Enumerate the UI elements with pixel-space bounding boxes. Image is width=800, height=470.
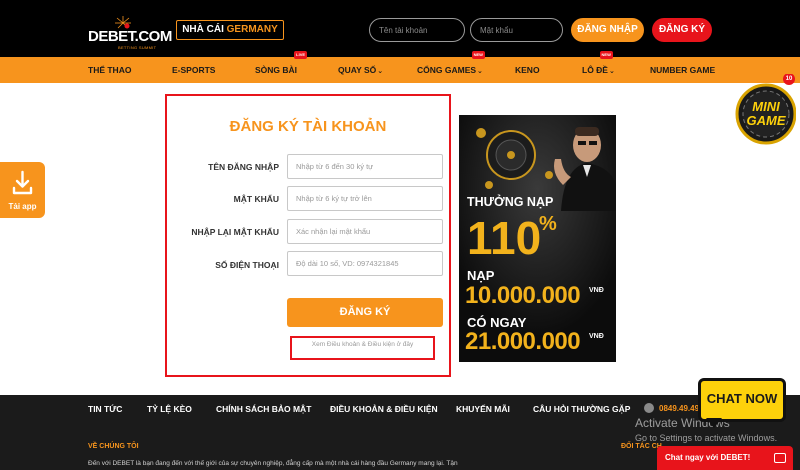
footer-link-odds[interactable]: TỶ LỆ KÈO bbox=[147, 404, 192, 414]
main-nav: THỂ THAO E-SPORTS SÒNG BÀI LIVE QUAY SỐ⌄… bbox=[0, 51, 800, 83]
nav-label: THỂ THAO bbox=[88, 65, 132, 75]
chat-icon bbox=[774, 453, 786, 463]
download-icon bbox=[12, 170, 33, 195]
register-confirm-password-input[interactable] bbox=[287, 219, 443, 244]
promo-currency1: VNĐ bbox=[589, 287, 604, 294]
nav-sports[interactable]: THỂ THAO bbox=[88, 57, 131, 83]
chat-bubble-tail bbox=[706, 418, 722, 428]
chat-now-bubble[interactable]: CHAT NOW bbox=[698, 378, 786, 422]
footer-link-promotions[interactable]: KHUYẾN MÃI bbox=[456, 404, 510, 414]
promo-currency2: VNĐ bbox=[589, 333, 604, 340]
footer-partner-title: ĐỐI TÁC CH bbox=[621, 443, 662, 450]
chevron-down-icon: ⌄ bbox=[477, 68, 483, 75]
footer-link-news[interactable]: TIN TỨC bbox=[88, 404, 122, 414]
promo-amount2: 21.000.000 bbox=[465, 328, 581, 355]
nav-label: NUMBER GAME bbox=[650, 65, 716, 75]
register-form: ĐĂNG KÝ TÀI KHOẢN TÊN ĐĂNG NHẬP MẬT KHẨU… bbox=[165, 94, 451, 377]
register-password-input[interactable] bbox=[287, 186, 443, 211]
nav-label: KENO bbox=[515, 65, 540, 75]
top-bar: DEBET.COM BETTING SUMMIT NHÀ CÁI GERMANY… bbox=[0, 0, 800, 57]
germany-badge: NHÀ CÁI GERMANY bbox=[176, 20, 284, 40]
password-label: MẬT KHẨU bbox=[233, 194, 279, 204]
register-button-top[interactable]: ĐĂNG KÝ bbox=[652, 18, 712, 42]
promo-line1: THƯỞNG NẠP bbox=[467, 195, 554, 209]
nav-keno[interactable]: KENO bbox=[515, 57, 540, 83]
minigame-widget[interactable]: 10 MINI GAME bbox=[734, 73, 797, 154]
nav-label: QUAY SỐ bbox=[338, 65, 377, 75]
logo[interactable]: DEBET.COM BETTING SUMMIT bbox=[88, 16, 172, 50]
promo-amount1: 10.000.000 bbox=[465, 282, 581, 309]
nav-label: LÔ ĐỀ bbox=[582, 65, 608, 75]
promo-percent: 110 bbox=[467, 212, 542, 264]
nav-label: SÒNG BÀI bbox=[255, 65, 298, 75]
phone-label: SỐ ĐIỆN THOẠI bbox=[215, 260, 279, 270]
nav-label: E-SPORTS bbox=[172, 65, 216, 75]
nav-esports[interactable]: E-SPORTS bbox=[172, 57, 215, 83]
register-phone-input[interactable] bbox=[287, 251, 443, 276]
live-badge: LIVE bbox=[294, 51, 308, 59]
chat-bar-label: Chat ngay với DEBET! bbox=[665, 453, 751, 462]
logo-tagline: BETTING SUMMIT bbox=[118, 45, 157, 50]
register-submit-button[interactable]: ĐĂNG KÝ bbox=[287, 298, 443, 327]
terms-link[interactable]: Xem Điều khoản & Điều kiện ở đây bbox=[290, 336, 435, 360]
logo-text: DEBET.COM bbox=[88, 28, 172, 45]
username-input[interactable] bbox=[369, 18, 465, 42]
phone-icon bbox=[644, 403, 654, 413]
promo-banner[interactable]: THƯỞNG NẠP 110 % NẠP 10.000.000 VNĐ CÓ N… bbox=[459, 115, 616, 362]
download-app-button[interactable]: Tải app bbox=[0, 162, 45, 218]
login-button[interactable]: ĐĂNG NHẬP bbox=[571, 18, 644, 42]
password-input[interactable] bbox=[470, 18, 563, 42]
nav-casino[interactable]: SÒNG BÀI LIVE bbox=[255, 51, 308, 83]
nav-number-game[interactable]: NUMBER GAME bbox=[650, 57, 715, 83]
footer-link-privacy[interactable]: CHÍNH SÁCH BẢO MẬT bbox=[216, 404, 311, 414]
chevron-down-icon: ⌄ bbox=[377, 68, 384, 75]
minigame-line1: MINI bbox=[752, 99, 780, 114]
footer-phone[interactable]: 0849.49.49 bbox=[659, 404, 699, 413]
activate-windows-subtitle: Go to Settings to activate Windows. bbox=[635, 433, 778, 443]
chat-bar[interactable]: Chat ngay với DEBET! bbox=[657, 446, 793, 470]
new-badge: NEW bbox=[471, 51, 485, 59]
badge-highlight: GERMANY bbox=[226, 24, 278, 35]
footer-about-title: VỀ CHÚNG TÔI bbox=[88, 443, 139, 450]
minigame-line2: GAME bbox=[746, 113, 786, 128]
minigame-count: 10 bbox=[785, 76, 793, 82]
username-label: TÊN ĐĂNG NHẬP bbox=[208, 162, 279, 172]
promo-nap: NẠP bbox=[467, 268, 495, 283]
new-badge: NEW bbox=[599, 51, 613, 59]
form-title: ĐĂNG KÝ TÀI KHOẢN bbox=[229, 118, 387, 135]
chevron-down-icon: ⌄ bbox=[608, 68, 615, 75]
register-username-input[interactable] bbox=[287, 154, 443, 179]
nav-label: CỔNG GAMES bbox=[417, 65, 477, 75]
nav-lode[interactable]: LÔ ĐỀ⌄ NEW bbox=[582, 51, 615, 83]
promo-percent-sign: % bbox=[539, 213, 557, 235]
download-app-label: Tải app bbox=[8, 202, 37, 211]
footer-about-text: Đến với DEBET là bạn đang đến với thế gi… bbox=[88, 460, 458, 467]
badge-prefix: NHÀ CÁI bbox=[182, 24, 224, 35]
confirm-password-label: NHẬP LẠI MẬT KHẨU bbox=[191, 227, 279, 237]
footer-link-terms[interactable]: ĐIỀU KHOẢN & ĐIỀU KIỆN bbox=[330, 404, 438, 414]
nav-lottery[interactable]: QUAY SỐ⌄ bbox=[338, 57, 383, 83]
footer-link-faq[interactable]: CÂU HỎI THƯỜNG GẶP bbox=[533, 404, 630, 414]
nav-games[interactable]: CỔNG GAMES⌄ NEW bbox=[417, 51, 485, 83]
